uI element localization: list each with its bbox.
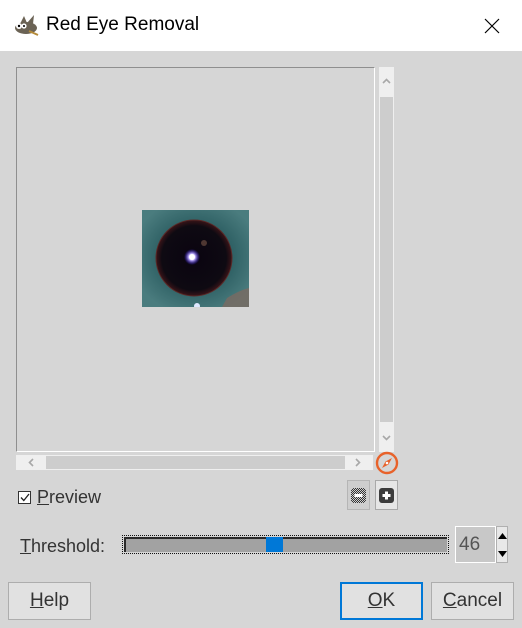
spin-up-button[interactable]	[497, 527, 507, 544]
chevron-left-icon	[28, 458, 34, 467]
preview-label: Preview	[37, 487, 101, 508]
zoom-in-button[interactable]	[375, 480, 398, 510]
chevron-up-icon	[382, 78, 391, 84]
scroll-right-button[interactable]	[348, 455, 368, 470]
ok-label: K	[382, 590, 396, 611]
scroll-down-button[interactable]	[379, 428, 394, 448]
cancel-mnemonic: C	[442, 590, 457, 611]
horizontal-scrollbar[interactable]	[16, 455, 373, 470]
help-label: elp	[43, 590, 70, 611]
close-icon	[484, 18, 500, 34]
preview-label-text: review	[49, 487, 102, 507]
zoom-out-button[interactable]	[347, 480, 370, 510]
threshold-slider[interactable]	[122, 535, 449, 554]
scroll-up-button[interactable]	[379, 71, 394, 91]
threshold-slider-groove[interactable]	[124, 537, 447, 552]
ok-mnemonic: O	[367, 590, 383, 611]
horizontal-scroll-thumb[interactable]	[46, 456, 345, 469]
cancel-label: ancel	[456, 590, 503, 611]
zoom-out-icon	[351, 487, 366, 503]
arrow-down-icon	[497, 550, 507, 557]
scroll-left-button[interactable]	[21, 455, 41, 470]
vertical-scroll-thumb[interactable]	[380, 97, 393, 422]
chevron-right-icon	[355, 458, 361, 467]
compass-navigate-icon	[375, 451, 399, 475]
navigate-preview-button[interactable]	[375, 451, 399, 475]
threshold-spinner[interactable]	[496, 526, 508, 563]
help-button[interactable]: Help	[8, 582, 91, 620]
cancel-button[interactable]: Cancel	[431, 582, 514, 620]
gimp-wilber-icon	[15, 15, 39, 36]
preview-image	[142, 210, 249, 307]
close-button[interactable]	[468, 8, 516, 44]
title-bar: Red Eye Removal	[0, 0, 522, 51]
checkmark-icon	[20, 493, 30, 502]
threshold-mnemonic: T	[20, 536, 31, 556]
zoom-in-icon	[379, 487, 394, 503]
preview-checkbox-box[interactable]	[18, 491, 31, 504]
preview-checkbox[interactable]: Preview	[18, 487, 101, 508]
ok-button[interactable]: OK	[340, 582, 423, 620]
spin-down-button[interactable]	[497, 545, 507, 562]
threshold-label-text: hreshold:	[31, 536, 106, 556]
preview-mnemonic: P	[37, 487, 50, 507]
threshold-slider-thumb[interactable]	[266, 537, 283, 552]
help-mnemonic: H	[29, 590, 44, 611]
eye-preview-image	[142, 210, 249, 307]
window-title: Red Eye Removal	[46, 14, 200, 35]
chevron-down-icon	[382, 435, 391, 441]
arrow-up-icon	[497, 532, 507, 539]
threshold-label: Threshold:	[20, 536, 105, 557]
threshold-value-field[interactable]: 46	[455, 526, 496, 563]
vertical-scrollbar[interactable]	[379, 67, 394, 452]
